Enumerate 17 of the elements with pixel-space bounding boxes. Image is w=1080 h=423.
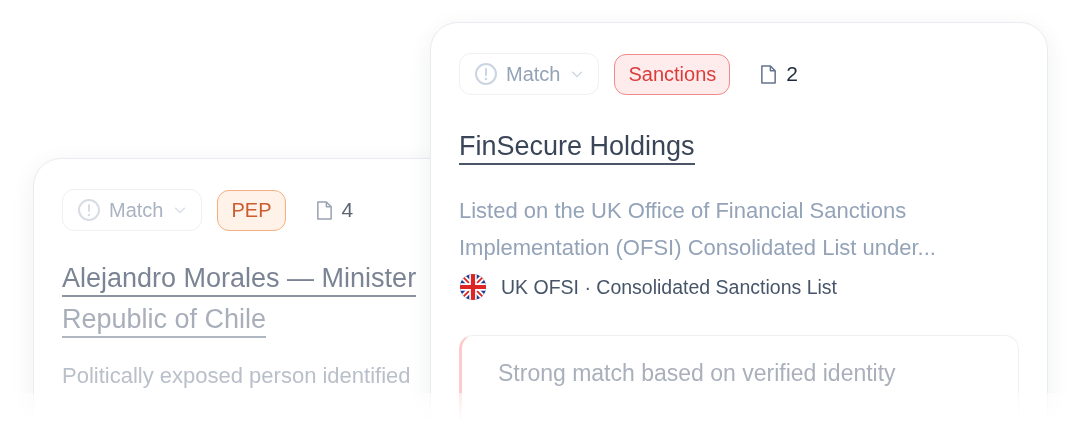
entity-title-link[interactable]: FinSecure Holdings <box>459 129 695 170</box>
alert-icon <box>474 62 498 86</box>
match-dropdown[interactable]: Match <box>62 189 203 231</box>
note-text: Strong match based on verified identity <box>498 360 896 386</box>
flag-icon <box>459 273 487 301</box>
category-tag: Sanctions <box>614 53 731 95</box>
description-text: Politically exposed person identified <box>62 362 412 390</box>
alert-icon <box>77 198 101 222</box>
match-dropdown[interactable]: Match <box>459 53 600 95</box>
document-icon <box>759 63 779 85</box>
category-tag: PEP <box>217 189 286 231</box>
entity-title-link[interactable]: Alejandro Morales — Minister Republic of Chile <box>62 261 417 343</box>
source-text: UK OFSI · Consolidated Sanctions List <box>501 275 837 299</box>
document-count: 4 <box>341 198 354 222</box>
description-text: Listed on the UK Office of Financial Sanctions Implementation (OFSI) Consolidated List under... <box>459 197 937 262</box>
document-icon <box>314 199 334 221</box>
document-count: 2 <box>786 62 798 86</box>
